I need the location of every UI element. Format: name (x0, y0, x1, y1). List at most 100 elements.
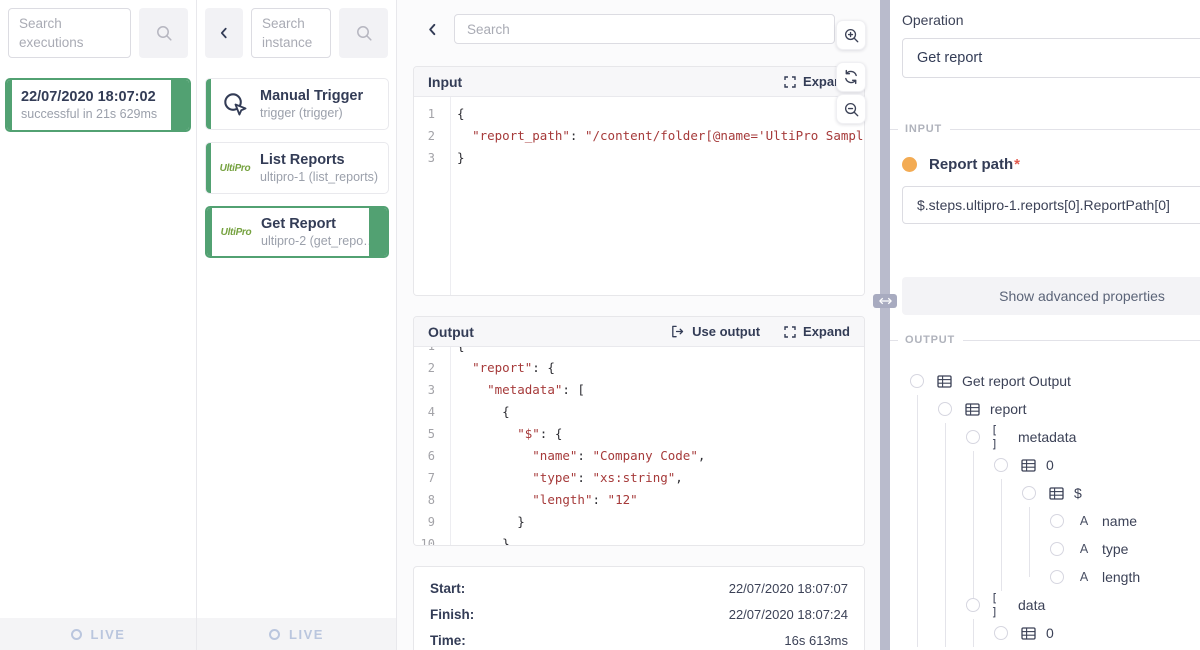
steps-live-footer: LIVE (197, 618, 396, 650)
resize-arrows-icon (879, 297, 892, 305)
refresh-icon (843, 69, 859, 85)
workflow-debugger-app: Search executions 22/07/2020 18:07:02 su… (0, 0, 1200, 650)
object-icon (1047, 487, 1065, 500)
tree-node-radio[interactable] (966, 430, 980, 444)
zoom-in-icon (843, 27, 860, 44)
object-icon (1019, 627, 1037, 640)
tree-node-radio[interactable] (1050, 514, 1064, 528)
output-expand-button[interactable]: Expand (784, 324, 850, 339)
tree-node-label: Get report Output (962, 373, 1071, 389)
code-line: 9 } (414, 511, 864, 533)
object-icon (963, 403, 981, 416)
debug-search-input[interactable]: Search (454, 14, 835, 44)
tree-node-radio[interactable] (994, 626, 1008, 640)
output-schema-tree: Get report Outputreport[ ]metadata0$Anam… (902, 367, 1200, 647)
tree-node-report[interactable]: report (902, 395, 1200, 423)
live-indicator-icon (71, 629, 82, 640)
tree-node-radio[interactable] (994, 458, 1008, 472)
steps-search-input[interactable]: Search instance (251, 8, 331, 58)
expand-icon (784, 76, 796, 88)
collapse-panel-button[interactable] (205, 8, 243, 58)
report-path-field-row: Report path * (902, 156, 1200, 173)
step-card-manual-trigger[interactable]: Manual Trigger trigger (trigger) (205, 78, 389, 130)
string-icon: A (1075, 542, 1093, 556)
output-section-card: Output Use output Expand (413, 316, 865, 546)
code-line: 5 "$": { (414, 423, 864, 445)
tree-node-metadata[interactable]: [ ]metadata (902, 423, 1200, 451)
step-title: List Reports (260, 152, 378, 168)
operation-label: Operation (902, 12, 1200, 28)
stat-row-start: Start:22/07/2020 18:07:07 (430, 575, 848, 601)
tree-node-radio[interactable] (938, 402, 952, 416)
tree-node-radio[interactable] (1050, 570, 1064, 584)
step-card-get-report[interactable]: UltiProGet Reportultipro-2 (get_repo… (205, 206, 389, 258)
debug-panel: Search Input (397, 0, 880, 650)
tree-node-[interactable]: $ (902, 479, 1200, 507)
tree-node-label: $ (1074, 485, 1082, 501)
debug-search-row: Search (397, 0, 880, 58)
zoom-out-button[interactable] (836, 94, 866, 124)
execution-result: successful in 21s 629ms (21, 107, 163, 121)
steps-live-toggle[interactable]: LIVE (269, 627, 324, 642)
show-advanced-properties-button[interactable]: Show advanced properties (902, 277, 1200, 315)
tree-node-0[interactable]: 0 (902, 619, 1200, 647)
input-code-editor[interactable]: 1{2 "report_path": "/content/folder[@nam… (414, 97, 864, 296)
output-code-viewer[interactable]: 1{2 "report": {3 "metadata": [4 {5 "$": … (414, 347, 864, 546)
line-number: 6 (414, 445, 443, 467)
tree-node-label: type (1102, 541, 1128, 557)
executions-live-footer: LIVE (0, 618, 196, 650)
tree-node-label: report (990, 401, 1027, 417)
line-number: 4 (414, 401, 443, 423)
refresh-button[interactable] (836, 62, 866, 92)
code-line: 1{ (414, 103, 864, 125)
zoom-in-button[interactable] (836, 20, 866, 50)
expand-icon (784, 326, 796, 338)
debug-back-button[interactable] (425, 22, 440, 37)
tree-node-data[interactable]: [ ]data (902, 591, 1200, 619)
execution-stats-card: Start:22/07/2020 18:07:07Finish:22/07/20… (413, 566, 865, 650)
tree-node-0[interactable]: 0 (902, 451, 1200, 479)
live-label: LIVE (289, 627, 324, 642)
step-title: Manual Trigger (260, 88, 363, 104)
stat-label: Finish: (430, 607, 474, 622)
report-path-input[interactable]: $.steps.ultipro-1.reports[0].ReportPath[… (902, 186, 1200, 224)
executions-search-input[interactable]: Search executions (8, 8, 131, 58)
tree-node-radio[interactable] (1022, 486, 1036, 500)
tree-node-length[interactable]: Alength (902, 563, 1200, 591)
tree-node-radio[interactable] (910, 374, 924, 388)
object-icon (935, 375, 953, 388)
chevron-left-icon (217, 26, 231, 40)
line-number: 5 (414, 423, 443, 445)
executions-live-toggle[interactable]: LIVE (71, 627, 126, 642)
use-output-button[interactable]: Use output (670, 324, 760, 339)
input-section-card: Input Expand 1{2 "report_path": "/conten… (413, 66, 865, 296)
tree-node-type[interactable]: Atype (902, 535, 1200, 563)
stat-row-finish: Finish:22/07/2020 18:07:24 (430, 601, 848, 627)
execution-card[interactable]: 22/07/2020 18:07:02 successful in 21s 62… (5, 78, 191, 132)
required-marker: * (1014, 156, 1020, 173)
tree-node-get-report-output[interactable]: Get report Output (902, 367, 1200, 395)
steps-search-button[interactable] (339, 8, 388, 58)
step-selected-bar (369, 208, 387, 256)
live-indicator-icon (269, 629, 280, 640)
code-line: 4 { (414, 401, 864, 423)
code-line: 3 "metadata": [ (414, 379, 864, 401)
step-card-list-reports[interactable]: UltiProList Reportsultipro-1 (list_repor… (205, 142, 389, 194)
operation-value: Get report (917, 50, 982, 66)
code-line: 3} (414, 147, 864, 169)
tree-node-radio[interactable] (966, 598, 980, 612)
tree-node-name[interactable]: Aname (902, 507, 1200, 535)
debug-search-placeholder: Search (467, 20, 510, 39)
executions-search-button[interactable] (139, 8, 188, 58)
steps-list: Manual Trigger trigger (trigger) UltiProLi… (197, 66, 396, 258)
step-subtitle: trigger (trigger) (260, 106, 363, 120)
input-section-header: Input Expand (414, 67, 864, 97)
zoom-controls (836, 20, 866, 124)
line-number: 9 (414, 511, 443, 533)
divider-drag-handle[interactable] (873, 294, 897, 308)
steps-panel: Search instance Manual Trigger trigger (t… (197, 0, 397, 650)
tree-node-radio[interactable] (1050, 542, 1064, 556)
operation-select[interactable]: Get report (902, 38, 1200, 78)
executions-search-row: Search executions (0, 0, 196, 66)
chevron-left-icon (425, 22, 440, 37)
